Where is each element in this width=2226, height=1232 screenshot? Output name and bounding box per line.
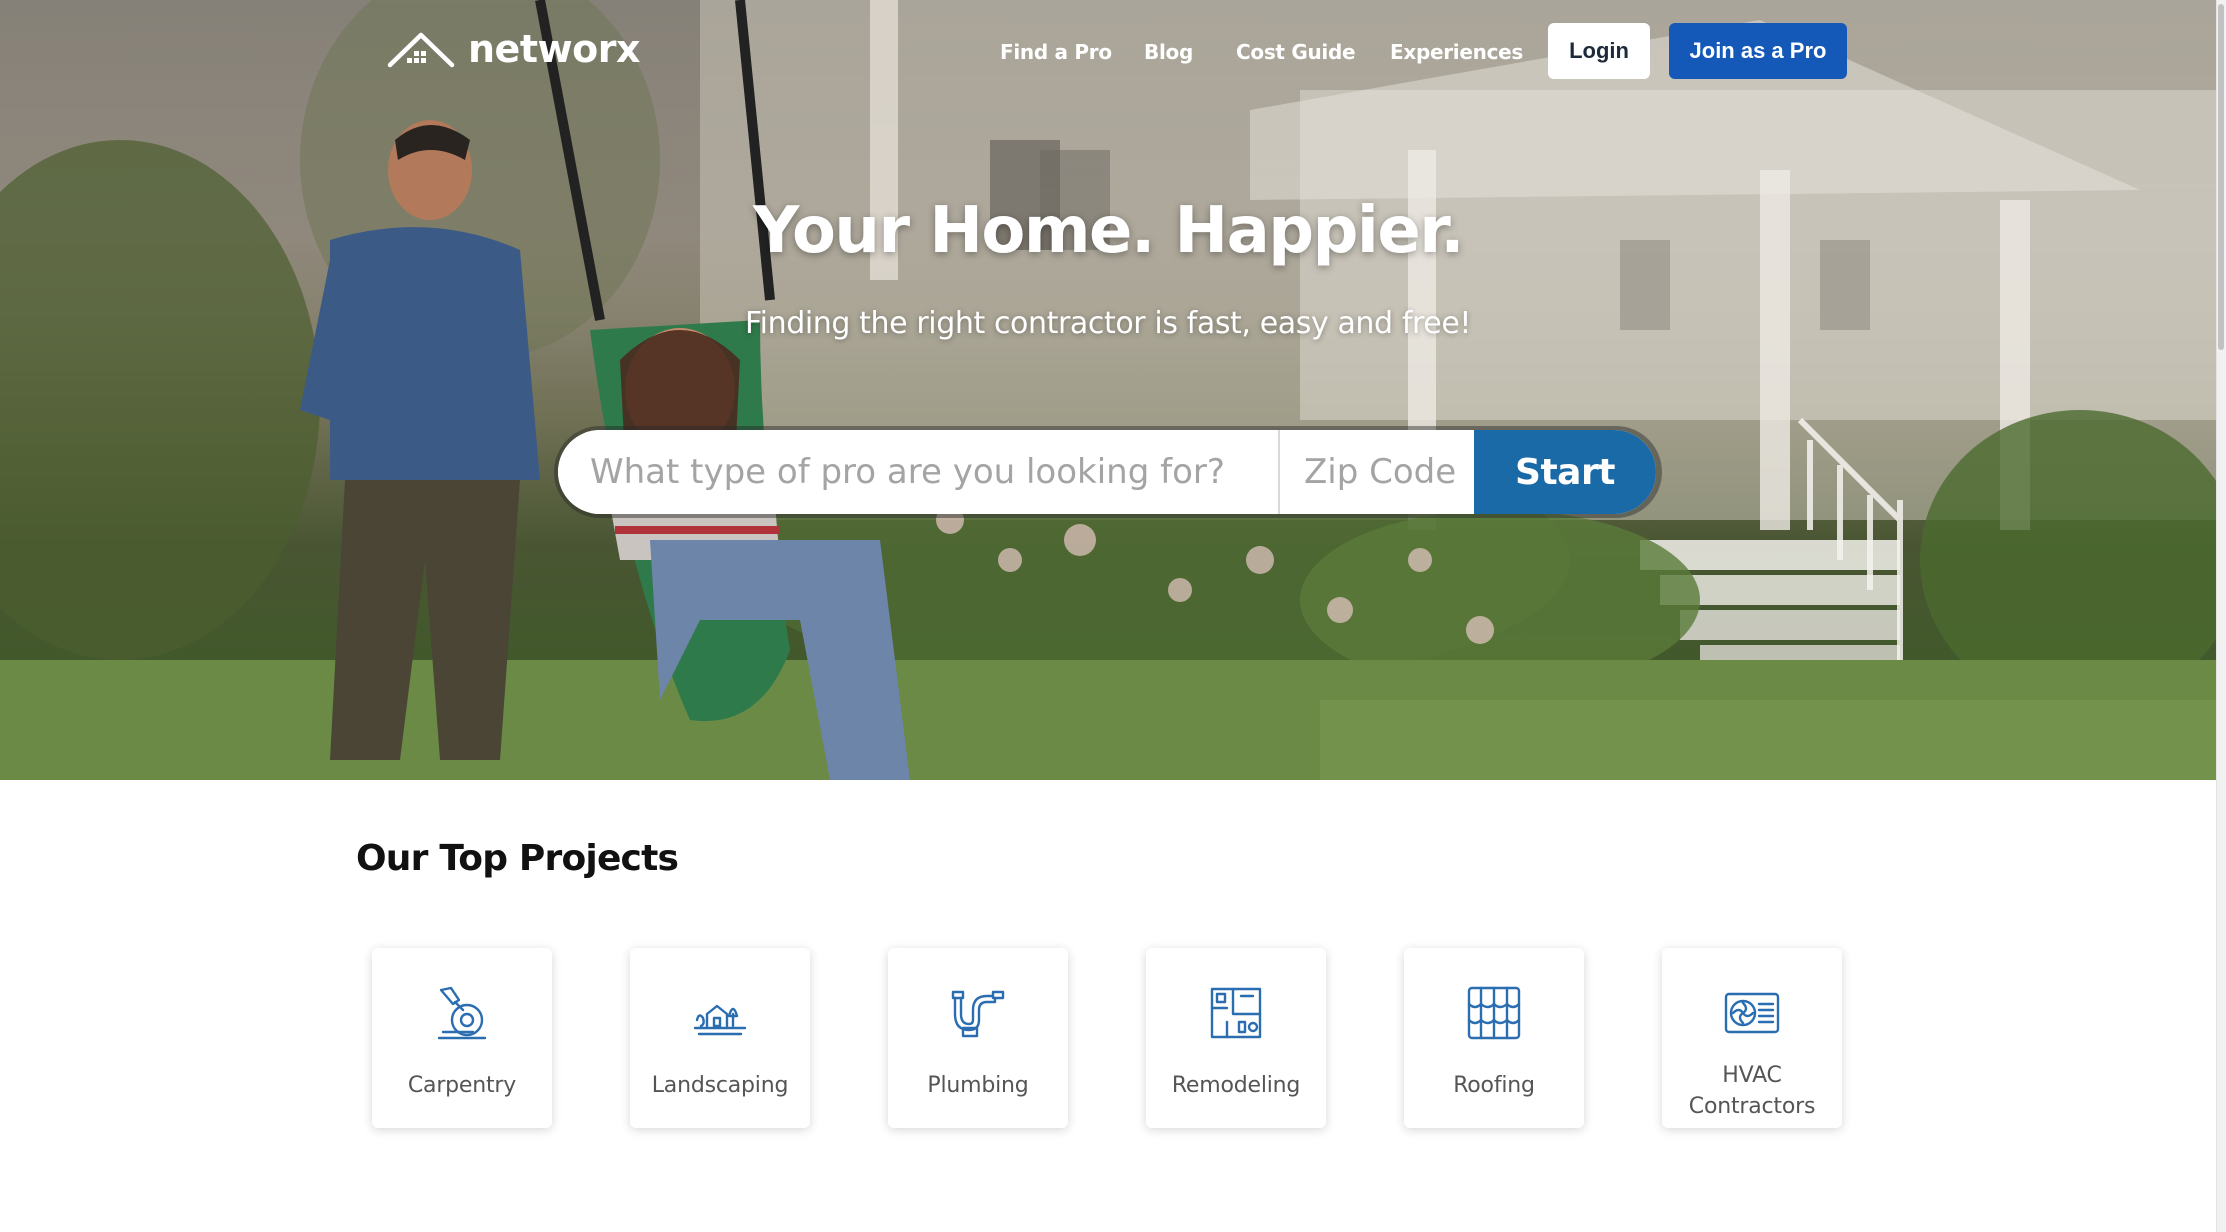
pipe-icon: [951, 990, 1005, 1038]
floor-plan-icon: [1210, 987, 1262, 1039]
hero-subtitle: Finding the right contractor is fast, ea…: [744, 306, 1472, 341]
search-form: Start: [554, 426, 1662, 518]
project-card-plumbing[interactable]: Plumbing: [888, 948, 1068, 1128]
scrollbar-thumb[interactable]: [2218, 4, 2224, 350]
project-card-landscaping[interactable]: Landscaping: [630, 948, 810, 1128]
nav-experiences[interactable]: Experiences: [1390, 40, 1523, 64]
project-label: Remodeling: [1171, 1073, 1301, 1098]
project-card-roofing[interactable]: Roofing: [1404, 948, 1584, 1128]
start-button[interactable]: Start: [1474, 430, 1656, 514]
nav-blog[interactable]: Blog: [1144, 40, 1193, 64]
roof-tiles-icon: [1467, 986, 1521, 1040]
project-label: Plumbing: [927, 1073, 1029, 1098]
top-projects-list: Carpentry Landscaping Plumbing Remodelin…: [372, 948, 1848, 1128]
project-card-remodeling[interactable]: Remodeling: [1146, 948, 1326, 1128]
top-projects-heading: Our Top Projects: [356, 838, 679, 879]
zip-code-input[interactable]: [1280, 430, 1474, 514]
hero-photo: [0, 0, 2216, 780]
top-navigation: Find a Pro Blog Cost Guide Experiences: [0, 22, 2216, 82]
saw-icon: [437, 986, 487, 1040]
ac-unit-icon: [1724, 992, 1780, 1034]
project-label: Carpentry: [407, 1073, 517, 1098]
project-card-carpentry[interactable]: Carpentry: [372, 948, 552, 1128]
landscape-house-icon: [693, 1004, 747, 1036]
page-scrollbar[interactable]: [2216, 0, 2226, 1232]
hero-banner: networx Find a Pro Blog Cost Guide Exper…: [0, 0, 2216, 780]
hero-title: Your Home. Happier.: [752, 194, 1465, 268]
project-label: Roofing: [1453, 1073, 1535, 1098]
project-label: Landscaping: [651, 1073, 789, 1098]
project-label: HVAC Contractors: [1688, 1063, 1816, 1119]
pro-type-input[interactable]: [558, 430, 1280, 514]
nav-cost-guide[interactable]: Cost Guide: [1236, 40, 1356, 64]
search-bar: Start: [558, 430, 1656, 514]
nav-find-a-pro[interactable]: Find a Pro: [1000, 40, 1112, 64]
project-card-hvac-contractors[interactable]: HVAC Contractors: [1662, 948, 1842, 1128]
